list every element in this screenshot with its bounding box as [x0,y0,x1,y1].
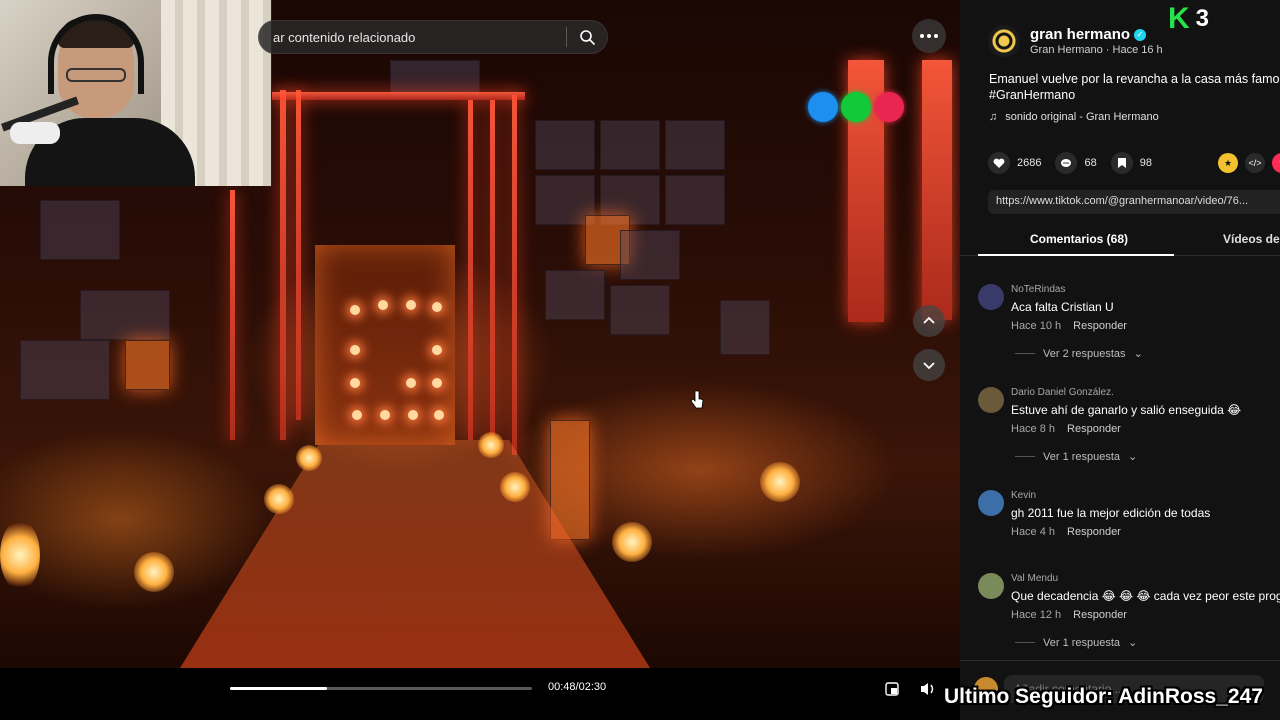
reply-button[interactable]: Responder [1073,609,1127,621]
commenter-name[interactable]: NoTeRindas [1011,284,1065,295]
save-count: 98 [1139,157,1152,169]
description-text: Emanuel vuelve por la revancha a la casa… [989,72,1280,86]
badge-letter: K [1168,2,1190,35]
commenter-name[interactable]: Dario Daniel González. [1011,387,1114,398]
bookmark-icon [1110,152,1133,174]
commenter-avatar[interactable] [978,490,1004,516]
comment-text: Que decadencia 😂 😂 😂 cada vez peor este … [1011,589,1280,603]
comment-time: Hace 12 h [1011,609,1062,621]
view-replies-button[interactable]: Ver 1 respuesta ⌄ [1015,636,1137,649]
comment-meta: Hace 12 h Responder [1011,609,1127,621]
gift-icon[interactable]: ★ [1218,153,1238,173]
search-icon[interactable] [567,20,607,54]
hand-cursor-icon [690,390,704,409]
replies-label: Ver 2 respuestas [1043,347,1126,360]
post-description: Emanuel vuelve por la revancha a la casa… [989,71,1280,103]
username-text: gran hermano [1030,26,1131,43]
hashtag-link[interactable]: #GranHermano [989,87,1280,103]
sound-text: sonido original - Gran Hermano [1005,111,1159,123]
channel-logo-green [841,92,871,122]
video-url[interactable]: https://www.tiktok.com/@granhermanoar/vi… [988,190,1280,214]
commenter-name[interactable]: Kevin [1011,490,1036,501]
progress-bar[interactable] [230,687,532,690]
author-subline: Gran Hermano · Hace 16 h [1030,44,1163,56]
comment-meta: Hace 8 h Responder [1011,423,1121,435]
commenter-avatar[interactable] [978,387,1004,413]
save-button[interactable]: 98 [1110,152,1152,174]
chevron-down-icon: ⌄ [1128,637,1138,649]
commenter-avatar[interactable] [978,284,1004,310]
channel-badge: K 3 [1168,2,1210,35]
panel-tabs: Comentarios (68) Vídeos del [960,226,1280,256]
previous-video-button[interactable] [913,305,945,337]
view-replies-button[interactable]: Ver 2 respuestas ⌄ [1015,347,1143,360]
channel-logo-red [874,92,904,122]
volume-icon[interactable] [915,676,941,702]
next-video-button[interactable] [913,349,945,381]
chevron-down-icon: ⌄ [1133,348,1143,360]
video-controls: 00:48/02:30 [0,668,960,720]
embed-icon[interactable]: </> [1245,153,1265,173]
comment-time: Hace 8 h [1011,423,1056,435]
replies-label: Ver 1 respuesta [1043,450,1121,463]
comment-text: gh 2011 fue la mejor edición de todas [1011,506,1211,520]
pip-icon[interactable] [879,676,905,702]
video-player[interactable]: ar contenido relacionado [0,0,960,668]
reply-button[interactable]: Responder [1073,320,1127,332]
chevron-up-icon [923,316,935,324]
reply-button[interactable]: Responder [1067,526,1121,538]
sound-link[interactable]: ♫ sonido original - Gran Hermano [989,111,1159,123]
screen: ar contenido relacionado 00:48/02:30 gra… [0,0,1280,720]
playback-time: 00:48/02:30 [548,681,607,693]
commenter-avatar[interactable] [978,573,1004,599]
search-input[interactable]: ar contenido relacionado [259,30,566,45]
view-replies-button[interactable]: Ver 1 respuesta ⌄ [1015,450,1137,463]
verified-icon: ✓ [1134,28,1147,41]
author-avatar[interactable] [988,25,1020,57]
tab-comments[interactable]: Comentarios (68) [1030,232,1128,246]
channel-logo-blue [808,92,838,122]
more-options-button[interactable] [912,19,946,53]
share-icon[interactable]: ▼ [1272,153,1280,173]
active-tab-indicator [978,254,1174,256]
comment-meta: Hace 10 h Responder [1011,320,1127,332]
tab-creator-videos[interactable]: Vídeos del [1223,232,1280,246]
comment-bubble-icon [1055,152,1078,174]
like-button[interactable]: 2686 [988,152,1041,174]
like-count: 2686 [1017,157,1042,169]
heart-icon [988,152,1010,174]
comment-text: Estuve ahí de ganarlo y salió enseguida … [1011,403,1242,417]
commenter-name[interactable]: Val Mendu [1011,573,1058,584]
engagement-stats: 2686 68 98 [988,152,1152,174]
comment-time: Hace 4 h [1011,526,1056,538]
comment-meta: Hace 4 h Responder [1011,526,1121,538]
reply-button[interactable]: Responder [1067,423,1121,435]
chevron-down-icon [923,362,935,370]
webcam-overlay [0,0,272,186]
comment-time: Hace 10 h [1011,320,1062,332]
comment-button[interactable]: 68 [1055,152,1097,174]
comment-text: Aca falta Cristian U [1011,300,1114,314]
music-note-icon: ♫ [989,111,998,123]
progress-fill [230,687,327,690]
share-icons: ★ </> ▼ [1218,153,1280,173]
related-search-bar[interactable]: ar contenido relacionado [258,20,608,54]
replies-label: Ver 1 respuesta [1043,636,1121,649]
comment-count: 68 [1084,157,1097,169]
stream-follower-overlay: Ultimo Seguidor: AdinRoss_247 [944,685,1263,708]
post-panel: gran hermano ✓ Gran Hermano · Hace 16 h … [960,0,1280,720]
badge-number: 3 [1195,5,1210,32]
author-username[interactable]: gran hermano ✓ [1030,26,1147,43]
chevron-down-icon: ⌄ [1128,451,1138,463]
